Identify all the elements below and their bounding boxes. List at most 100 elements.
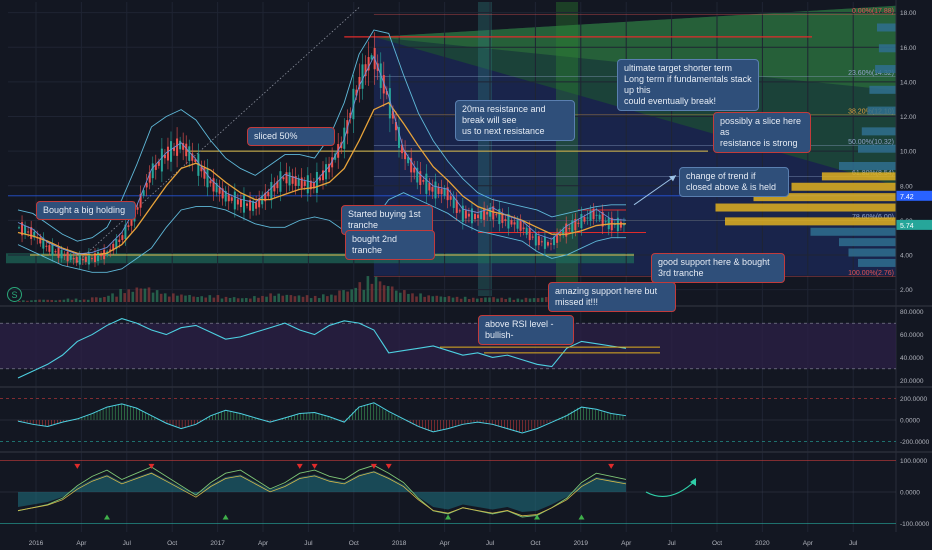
volume-bar: [208, 295, 212, 302]
volume-bar: [504, 299, 507, 302]
volume-bar: [139, 288, 143, 302]
volume-profile-bar: [861, 127, 896, 136]
volume-bar: [147, 287, 151, 302]
volume-bar: [90, 297, 94, 302]
volume-bar: [265, 296, 268, 302]
candle-body: [501, 213, 504, 223]
candle-body: [230, 197, 233, 201]
volume-bar: [322, 294, 325, 302]
annotation-note: change of trend if closed above & is hel…: [679, 167, 789, 197]
volume-bar: [172, 293, 175, 302]
volume-bar: [423, 296, 426, 302]
candle-body: [45, 245, 48, 247]
volume-bar: [342, 290, 345, 302]
candle-body: [100, 254, 103, 257]
candle-body: [449, 196, 452, 200]
volume-bar: [528, 298, 532, 302]
candle-body: [474, 213, 476, 220]
volume-bar: [301, 296, 305, 302]
candle-body: [81, 259, 84, 261]
volume-bar: [500, 297, 503, 302]
volume-bar: [285, 294, 289, 302]
candle-body: [279, 171, 282, 192]
x-tick-label: Apr: [803, 540, 814, 547]
x-tick-label: Jul: [849, 540, 858, 547]
candle-body: [72, 258, 75, 260]
candle-body: [57, 247, 60, 258]
candle-body: [467, 213, 470, 217]
candle-body: [537, 236, 540, 246]
price-tag-label: 7.42: [900, 194, 914, 201]
volume-bar: [82, 299, 86, 302]
volume-bar: [399, 292, 402, 302]
candle-body: [486, 211, 489, 215]
rsi-y-tick-label: 40.0000: [900, 355, 924, 362]
time-zone-green: [556, 2, 578, 296]
volume-bar: [394, 290, 398, 302]
volume-bar: [18, 300, 21, 302]
volume-bar: [309, 298, 313, 302]
volume-bar: [269, 293, 272, 302]
candle-body: [361, 64, 364, 89]
candle-body: [325, 164, 328, 180]
price-chart[interactable]: 2016 Apr Jul Oct 2017 Apr Jul Oct 2018 Apr Jul Oct 2…: [0, 0, 932, 550]
volume-bar: [459, 298, 463, 302]
candle-body: [516, 220, 519, 229]
candle-body: [75, 256, 78, 263]
volume-bar: [236, 298, 240, 302]
candle-body: [118, 239, 121, 243]
candle-body: [170, 141, 172, 162]
rsi-annotation-note: above RSI level - bullish-: [478, 315, 574, 345]
candle-body: [69, 255, 72, 260]
candle-body: [78, 255, 81, 265]
candle-body: [90, 258, 93, 260]
volume-bar: [451, 297, 455, 302]
volume-bar: [386, 286, 390, 302]
candle-body: [531, 236, 534, 238]
candle-body: [550, 243, 552, 245]
candle-body: [84, 256, 87, 262]
volume-bar: [86, 299, 90, 302]
volume-bar: [540, 297, 544, 302]
candle-body: [176, 138, 179, 156]
candle-body: [233, 191, 236, 210]
candle-body: [282, 177, 285, 180]
candle-body: [504, 219, 507, 221]
candle-body: [209, 180, 212, 184]
candle-body: [255, 202, 258, 209]
candle-body: [559, 234, 562, 236]
volume-bar: [407, 293, 410, 302]
annotation-note: bought 2nd tranche: [345, 230, 435, 260]
volume-bar: [330, 294, 333, 302]
candle-body: [121, 235, 124, 240]
volume-bar: [163, 293, 167, 302]
candle-body: [285, 172, 288, 184]
candle-body: [66, 251, 69, 262]
candle-body: [267, 192, 270, 197]
candle-body: [212, 178, 215, 192]
volume-bar: [467, 299, 471, 302]
candle-body: [534, 233, 537, 246]
y-tick-label: 8.00: [900, 183, 913, 190]
volume-bar: [277, 293, 281, 302]
volume-bar: [334, 295, 337, 302]
wave-y-tick-label: -100.0000: [900, 521, 930, 528]
candle-body: [480, 211, 483, 220]
volume-bar: [317, 298, 321, 302]
candle-body: [136, 207, 139, 210]
candle-body: [437, 187, 440, 194]
volume-bar: [127, 289, 131, 302]
x-tick-label: Apr: [258, 540, 269, 547]
x-tick-label: Jul: [123, 540, 132, 547]
volume-bar: [411, 293, 414, 302]
candle-body: [540, 241, 543, 243]
candle-body: [51, 244, 54, 256]
candle-body: [431, 186, 434, 192]
candle-body: [428, 182, 431, 191]
candle-body: [619, 221, 622, 228]
y-tick-label: 4.00: [900, 252, 913, 259]
fib-level-label: 100.00%(2.76): [848, 270, 894, 277]
x-tick-label: Oct: [349, 540, 359, 547]
volume-bar: [135, 287, 139, 302]
volume-profile-bar: [791, 182, 896, 191]
